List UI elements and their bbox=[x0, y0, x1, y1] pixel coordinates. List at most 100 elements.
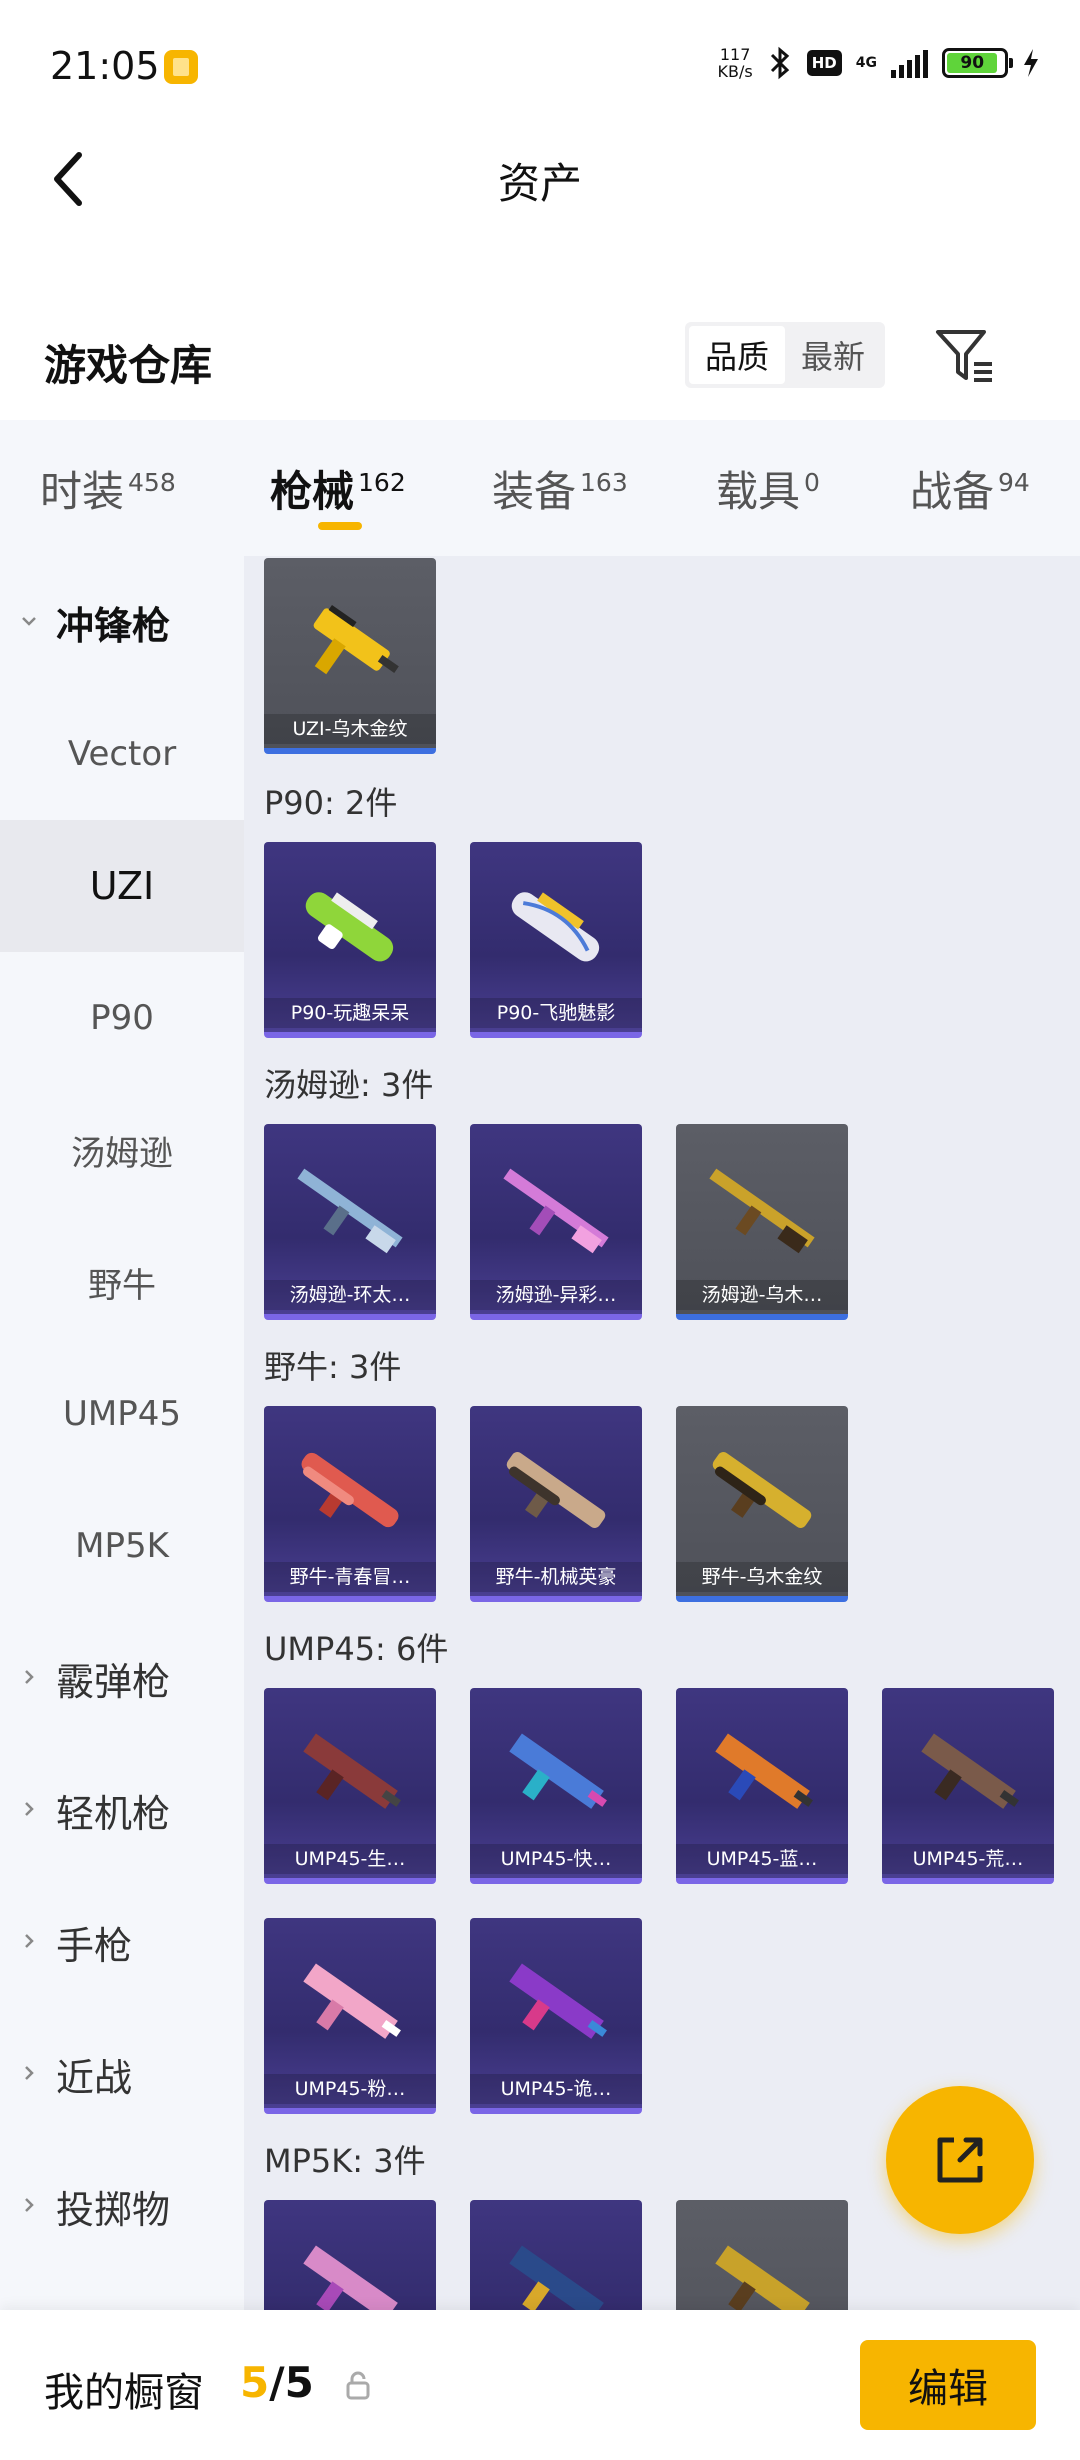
tab-equipment[interactable]: 装备 163 bbox=[492, 458, 628, 519]
skin-name: 汤姆逊-环太… bbox=[264, 1280, 436, 1310]
sidebar-group-smg[interactable]: 冲锋枪 bbox=[0, 556, 244, 688]
chevron-right-icon bbox=[25, 2066, 34, 2080]
sidebar-item-mp5k[interactable]: MP5K bbox=[0, 1480, 244, 1612]
sidebar-group-shotgun[interactable]: 霰弹枪 bbox=[0, 1612, 244, 1744]
showcase-count: 5/5 bbox=[240, 2358, 314, 2407]
skin-name: 汤姆逊-乌木… bbox=[676, 1280, 848, 1310]
sidebar-item-ump45[interactable]: UMP45 bbox=[0, 1348, 244, 1480]
sidebar-group-throwable[interactable]: 投掷物 bbox=[0, 2140, 244, 2272]
battery-icon: 90 bbox=[942, 48, 1013, 78]
status-time: 21:05 bbox=[50, 44, 160, 88]
skin-card[interactable]: UMP45-生… bbox=[264, 1688, 436, 1884]
sidebar-item-p90[interactable]: P90 bbox=[0, 952, 244, 1084]
sidebar-item-thompson[interactable]: 汤姆逊 bbox=[0, 1084, 244, 1216]
sidebar-group-melee[interactable]: 近战 bbox=[0, 2008, 244, 2140]
skin-name: UZI-乌木金纹 bbox=[264, 714, 436, 744]
skin-card[interactable]: P90-玩趣呆呆 bbox=[264, 842, 436, 1038]
title-bar: 资产 bbox=[0, 130, 1080, 230]
filter-button[interactable] bbox=[932, 322, 998, 388]
sidebar-group-label: 投掷物 bbox=[56, 2187, 171, 2232]
smg-icon bbox=[303, 1963, 401, 2039]
tab-count: 94 bbox=[998, 468, 1030, 497]
tab-fashion[interactable]: 时装 458 bbox=[40, 458, 176, 519]
weapon-skin-grid: UZI-乌木金纹 P90: 2件 P90-玩趣呆呆 P90-飞驰魅影 汤姆逊: … bbox=[244, 556, 1080, 2310]
group-title-p90: P90: 2件 bbox=[264, 784, 398, 822]
group-title-thompson: 汤姆逊: 3件 bbox=[264, 1066, 434, 1104]
skin-card[interactable]: 汤姆逊-环太… bbox=[264, 1124, 436, 1320]
sidebar-group-label: 手枪 bbox=[56, 1923, 133, 1968]
tab-label: 装备 bbox=[492, 467, 577, 516]
section-title: 游戏仓库 bbox=[44, 341, 213, 390]
sidebar-item-label: UMP45 bbox=[63, 1394, 181, 1434]
tab-count: 458 bbox=[128, 468, 176, 497]
skin-card[interactable]: 汤姆逊-异彩… bbox=[470, 1124, 642, 1320]
rifle-icon bbox=[709, 1168, 815, 1254]
chevron-right-icon bbox=[25, 1670, 34, 1684]
chevron-right-icon bbox=[25, 2198, 34, 2212]
tab-count: 0 bbox=[804, 468, 820, 497]
sort-newest-button[interactable]: 最新 bbox=[785, 326, 881, 384]
skin-card[interactable]: UMP45-蓝… bbox=[676, 1688, 848, 1884]
group-title-bizon: 野牛: 3件 bbox=[264, 1348, 402, 1386]
showcase-separator: / bbox=[269, 2358, 285, 2407]
sidebar-item-label: UZI bbox=[89, 864, 155, 908]
sidebar-item-label: 汤姆逊 bbox=[71, 1133, 173, 1174]
sidebar-item-vector[interactable]: Vector bbox=[0, 688, 244, 820]
skin-card[interactable] bbox=[264, 2200, 436, 2310]
skin-name: UMP45-蓝… bbox=[676, 1844, 848, 1874]
tab-label: 战备 bbox=[910, 467, 995, 516]
sidebar-group-label: 冲锋枪 bbox=[56, 603, 171, 648]
asset-page: 21:05 117 KB/s HD 4G 90 资产 游戏仓库 品质 最新 时装… bbox=[0, 0, 1080, 2460]
skin-card[interactable]: UZI-乌木金纹 bbox=[264, 558, 436, 754]
bluetooth-icon bbox=[770, 46, 789, 80]
skin-card[interactable]: UMP45-粉… bbox=[264, 1918, 436, 2114]
smg-icon bbox=[715, 2245, 810, 2310]
sidebar-group-lmg[interactable]: 轻机枪 bbox=[0, 1744, 244, 1876]
skin-name: P90-玩趣呆呆 bbox=[264, 998, 436, 1028]
showcase-bar: 我的橱窗 5/5 编辑 bbox=[0, 2310, 1080, 2460]
skin-card[interactable]: 汤姆逊-乌木… bbox=[676, 1124, 848, 1320]
skin-name: UMP45-生… bbox=[264, 1844, 436, 1874]
edit-button[interactable]: 编辑 bbox=[860, 2340, 1036, 2430]
smg-icon bbox=[509, 2245, 604, 2310]
tab-supplies[interactable]: 战备 94 bbox=[910, 458, 1030, 519]
skin-card[interactable]: P90-飞驰魅影 bbox=[470, 842, 642, 1038]
tab-firearms[interactable]: 枪械 162 bbox=[270, 458, 406, 519]
skin-card[interactable] bbox=[470, 2200, 642, 2310]
charging-icon bbox=[1024, 49, 1038, 77]
battery-level: 90 bbox=[947, 53, 998, 73]
share-button[interactable] bbox=[886, 2086, 1034, 2234]
skin-card[interactable] bbox=[676, 2200, 848, 2310]
category-tabs: 时装 458 枪械 162 装备 163 载具 0 战备 94 bbox=[0, 420, 1080, 556]
sidebar-item-bizon[interactable]: 野牛 bbox=[0, 1216, 244, 1348]
skin-name: UMP45-荒… bbox=[882, 1844, 1054, 1874]
tab-vehicles[interactable]: 载具 0 bbox=[716, 458, 820, 519]
chevron-right-icon bbox=[25, 1934, 34, 1948]
p90-icon bbox=[305, 892, 394, 962]
sort-toggle: 品质 最新 bbox=[685, 322, 885, 388]
net-speed-value: 117 bbox=[719, 45, 751, 64]
chevron-down-icon bbox=[22, 617, 36, 626]
skin-card[interactable]: UMP45-快… bbox=[470, 1688, 642, 1884]
smg-icon bbox=[313, 604, 399, 675]
weapon-type-sidebar: 冲锋枪 Vector UZI P90 汤姆逊 野牛 UMP45 MP5K 霰弹枪… bbox=[0, 556, 244, 2310]
sidebar-item-label: MP5K bbox=[75, 1526, 169, 1566]
sort-quality-button[interactable]: 品质 bbox=[689, 326, 785, 384]
group-title-ump45: UMP45: 6件 bbox=[264, 1630, 449, 1668]
sidebar-group-label: 近战 bbox=[56, 2055, 133, 2100]
showcase-total: 5 bbox=[284, 2358, 314, 2407]
signal-icon bbox=[891, 48, 928, 78]
sidebar-item-uzi[interactable]: UZI bbox=[0, 820, 244, 952]
sidebar-item-label: P90 bbox=[90, 998, 154, 1038]
skin-name: 野牛-机械英豪 bbox=[470, 1562, 642, 1592]
skin-name: 野牛-青春冒… bbox=[264, 1562, 436, 1592]
p90-icon bbox=[511, 892, 600, 962]
skin-card[interactable]: UMP45-诡… bbox=[470, 1918, 642, 2114]
skin-card[interactable]: 野牛-机械英豪 bbox=[470, 1406, 642, 1602]
filter-icon bbox=[936, 330, 992, 382]
net-speed: 117 KB/s bbox=[718, 46, 753, 80]
skin-card[interactable]: 野牛-乌木金纹 bbox=[676, 1406, 848, 1602]
skin-card[interactable]: 野牛-青春冒… bbox=[264, 1406, 436, 1602]
skin-card[interactable]: UMP45-荒… bbox=[882, 1688, 1054, 1884]
sidebar-group-pistol[interactable]: 手枪 bbox=[0, 1876, 244, 2008]
